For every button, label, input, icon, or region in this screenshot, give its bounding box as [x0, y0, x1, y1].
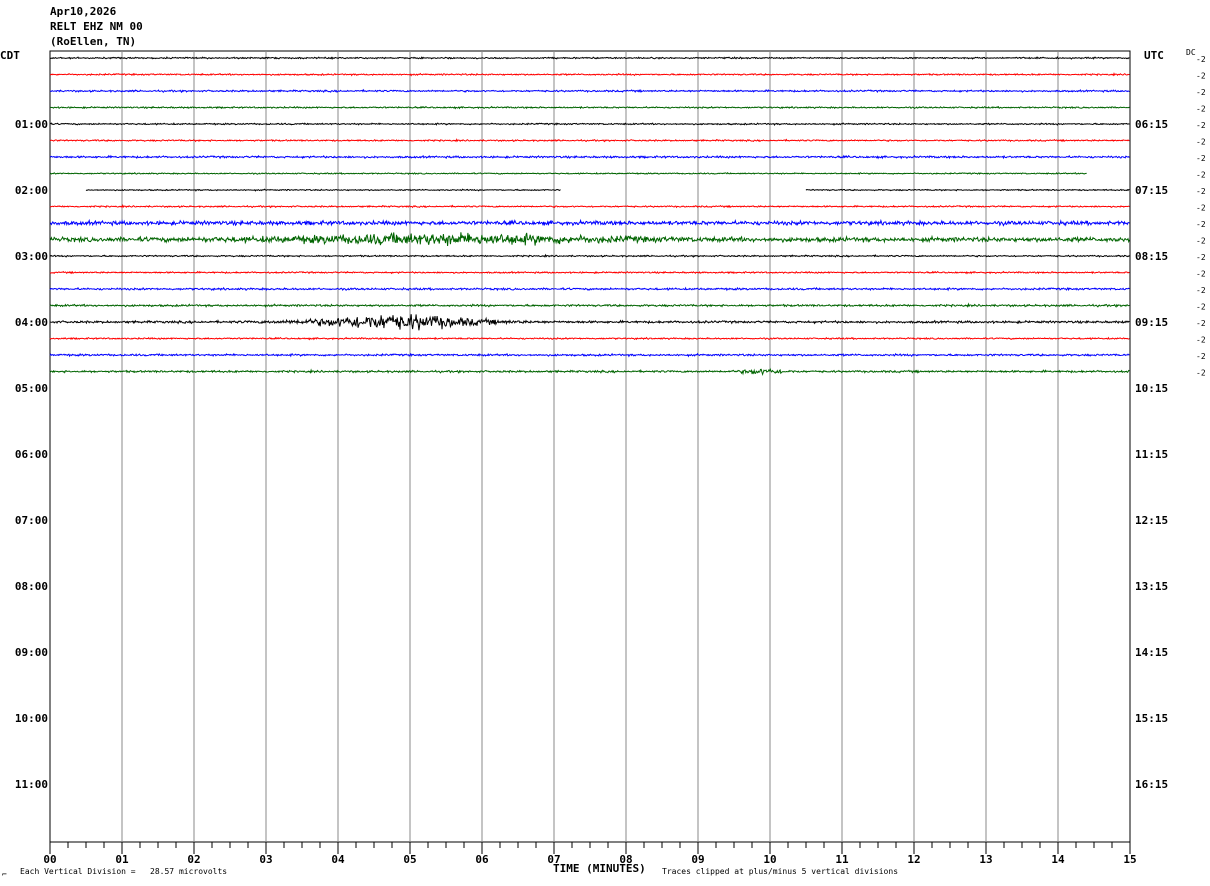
left-time-label: 01:00 [15, 118, 48, 131]
dc-offset-label: -2 [1196, 121, 1206, 130]
dc-offset-label: -2 [1196, 105, 1206, 114]
left-time-label: 07:00 [15, 514, 48, 527]
x-tick-label: 06 [475, 853, 489, 866]
vertical-division-note: Each Vertical Division = 28.57 microvolt… [20, 867, 228, 876]
dc-offset-label: -2 [1196, 154, 1206, 163]
x-tick-label: 14 [1051, 853, 1065, 866]
dc-offset-label: -2 [1196, 303, 1206, 312]
seismic-trace [49, 286, 1130, 292]
right-time-label: 13:15 [1135, 580, 1168, 593]
right-time-label: 07:15 [1135, 184, 1168, 197]
dc-offset-label: -2 [1196, 187, 1206, 196]
right-time-label: 15:15 [1135, 712, 1168, 725]
dc-offset-label: -2 [1196, 270, 1206, 279]
dc-offset-label: -2 [1196, 319, 1206, 328]
dc-offset-label: -2 [1196, 138, 1206, 147]
left-time-label: 08:00 [15, 580, 48, 593]
right-time-label: 06:15 [1135, 118, 1168, 131]
x-tick-label: 15 [1123, 853, 1136, 866]
dc-offset-label: -2 [1196, 204, 1206, 213]
right-time-label: 10:15 [1135, 382, 1168, 395]
x-tick-label: 03 [259, 853, 272, 866]
seismic-trace [49, 56, 1130, 61]
dc-offset-label: -2 [1196, 72, 1206, 81]
x-tick-label: 11 [835, 853, 849, 866]
seismic-trace [49, 218, 1130, 227]
dc-offset-label: -2 [1196, 88, 1206, 97]
right-time-label: 12:15 [1135, 514, 1168, 527]
x-tick-label: 01 [115, 853, 129, 866]
x-tick-label: 09 [691, 853, 704, 866]
seismic-trace [805, 188, 1130, 192]
right-time-label: 08:15 [1135, 250, 1168, 263]
seismic-trace [49, 314, 1130, 331]
right-time-label: 09:15 [1135, 316, 1168, 329]
seismic-trace [49, 367, 1130, 376]
x-tick-label: 10 [763, 853, 776, 866]
x-tick-label: 02 [187, 853, 200, 866]
x-tick-label: 00 [43, 853, 56, 866]
x-tick-label: 13 [979, 853, 992, 866]
right-time-label: 16:15 [1135, 778, 1168, 791]
x-tick-label: 04 [331, 853, 345, 866]
left-time-label: 02:00 [15, 184, 48, 197]
seismic-trace [49, 336, 1130, 341]
seismic-trace [85, 188, 561, 192]
left-time-label: 10:00 [15, 712, 48, 725]
dc-offset-label: -2 [1196, 253, 1206, 262]
clipping-note: Traces clipped at plus/minus 5 vertical … [662, 867, 899, 876]
left-time-label: 11:00 [15, 778, 48, 791]
seismic-trace [49, 72, 1130, 77]
seismic-trace [49, 105, 1130, 110]
dc-offset-label: -2 [1196, 220, 1206, 229]
seismic-trace [49, 88, 1130, 94]
seismic-trace [49, 122, 1130, 126]
x-axis-title: TIME (MINUTES) [553, 862, 646, 875]
left-time-label: 06:00 [15, 448, 48, 461]
dc-offset-label: -2 [1196, 237, 1206, 246]
seismic-trace [49, 232, 1130, 246]
helicorder-plot: 00 01 02 03 04 05 06 07 08 09 10 11 12 13 14 1501:00 06:… [15, 50, 1206, 866]
left-time-label: 03:00 [15, 250, 48, 263]
dc-offset-label: -2 [1196, 55, 1206, 64]
dc-offset-label: -2 [1196, 171, 1206, 180]
seismic-trace [49, 204, 1130, 209]
corner-mark: ⌐ [2, 870, 7, 879]
seismic-trace [49, 352, 1130, 358]
left-time-label: 09:00 [15, 646, 48, 659]
right-time-label: 14:15 [1135, 646, 1168, 659]
seismic-trace [49, 253, 1130, 258]
seismic-trace [49, 270, 1130, 275]
seismic-trace [49, 302, 1130, 309]
dc-offset-label: -2 [1196, 369, 1206, 378]
seismic-trace [49, 138, 1130, 143]
left-time-label: 04:00 [15, 316, 48, 329]
plot-frame [49, 50, 1131, 843]
dc-offset-label: -2 [1196, 336, 1206, 345]
x-tick-label: 12 [907, 853, 920, 866]
dc-offset-label: -2 [1196, 286, 1206, 295]
seismic-trace [49, 171, 1087, 176]
left-time-label: 05:00 [15, 382, 48, 395]
dc-offset-label: -2 [1196, 352, 1206, 361]
x-tick-label: 05 [403, 853, 416, 866]
right-time-label: 11:15 [1135, 448, 1168, 461]
seismic-trace [49, 154, 1130, 160]
